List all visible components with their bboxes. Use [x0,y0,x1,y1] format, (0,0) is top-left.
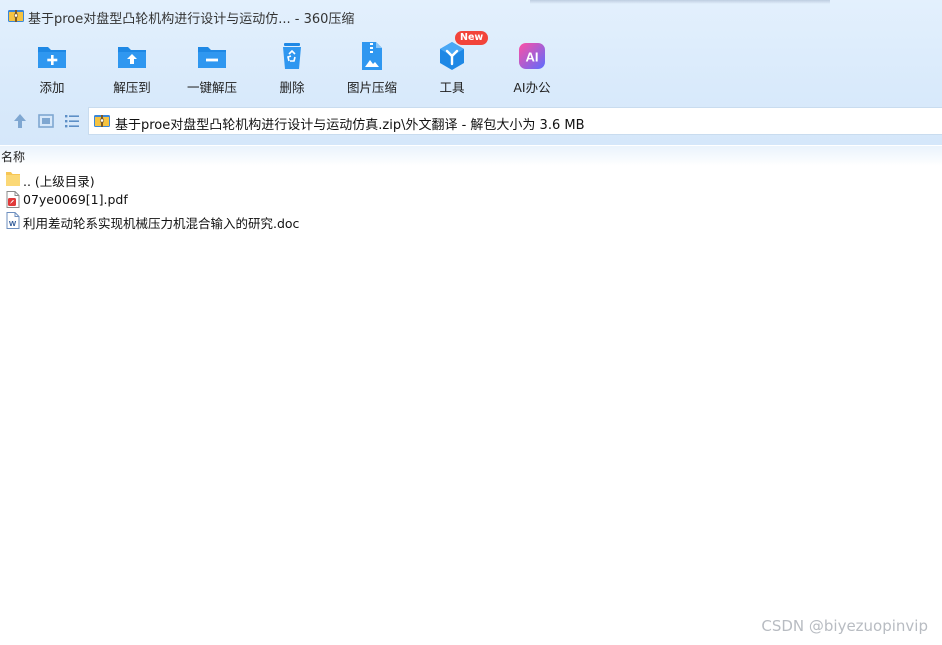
tools-button[interactable]: New 工具 [412,31,492,98]
extract-to-button[interactable]: 解压到 [92,36,172,98]
image-compress-button[interactable]: 图片压缩 [332,36,412,98]
list-item-parent-directory[interactable]: .. (上级目录) [0,168,942,189]
thumbnail-view-icon[interactable] [37,112,55,130]
ai-office-icon: AI [519,43,545,69]
one-click-extract-label: 一键解压 [186,80,237,95]
delete-button[interactable]: 删除 [252,36,332,98]
list-item-pdf-file[interactable]: 07ye0069[1].pdf [0,189,942,210]
pdf-file-icon [6,191,20,208]
ai-icon-text: AI [526,50,539,65]
current-path: 基于proe对盘型凸轮机构进行设计与运动仿真.zip\外文翻译 - 解包大小为 … [115,118,585,133]
ai-office-button[interactable]: AI AI办公 [492,36,572,98]
add-button-label: 添加 [39,80,65,95]
delete-label: 删除 [279,80,305,95]
file-name: .. (上级目录) [23,174,95,189]
title-bar: 基于proe对盘型凸轮机构进行设计与运动仿... - 360压缩 [0,0,942,32]
list-view-icon[interactable] [63,112,81,130]
zip-archive-icon [94,115,110,127]
extract-to-icon [118,47,146,68]
list-header: 名称 [0,146,942,166]
navigation-bar: 基于proe对盘型凸轮机构进行设计与运动仿真.zip\外文翻译 - 解包大小为 … [0,106,942,136]
add-folder-icon [38,47,66,68]
extract-to-label: 解压到 [113,80,151,95]
window-title: 基于proe对盘型凸轮机构进行设计与运动仿... - 360压缩 [28,12,355,27]
new-badge: New [455,31,489,45]
address-bar[interactable]: 基于proe对盘型凸轮机构进行设计与运动仿真.zip\外文翻译 - 解包大小为 … [88,107,942,135]
one-click-extract-icon [198,47,226,68]
file-name: 利用差动轮系实现机械压力机混合输入的研究.doc [23,216,300,231]
tools-label: 工具 [439,80,465,95]
ai-office-label: AI办公 [513,80,551,95]
one-click-extract-button[interactable]: 一键解压 [172,36,252,98]
watermark: CSDN @biyezuopinvip [761,617,928,635]
file-list: .. (上级目录) 07ye0069[1].pdf W 利用差动轮系实现机械压力… [0,168,942,231]
zip-archive-icon [8,10,24,22]
header-region: 基于proe对盘型凸轮机构进行设计与运动仿... - 360压缩 添加 解压到 … [0,0,942,145]
up-arrow-icon[interactable] [11,112,29,130]
word-file-icon: W [6,212,20,229]
list-item-doc-file[interactable]: W 利用差动轮系实现机械压力机混合输入的研究.doc [0,210,942,231]
file-name: 07ye0069[1].pdf [23,192,128,207]
recycle-bin-icon [283,43,301,69]
image-compress-icon [362,42,382,70]
svg-text:W: W [9,219,17,228]
app-window: 基于proe对盘型凸轮机构进行设计与运动仿... - 360压缩 添加 解压到 … [0,0,942,645]
folder-icon [6,172,20,186]
image-compress-label: 图片压缩 [346,80,397,95]
column-header-name[interactable]: 名称 [1,148,25,165]
toolbar: 添加 解压到 一键解压 删除 图片压缩 New 工具 AI AI办公 [0,31,942,100]
title-shadow [530,0,830,4]
add-button[interactable]: 添加 [12,36,92,98]
